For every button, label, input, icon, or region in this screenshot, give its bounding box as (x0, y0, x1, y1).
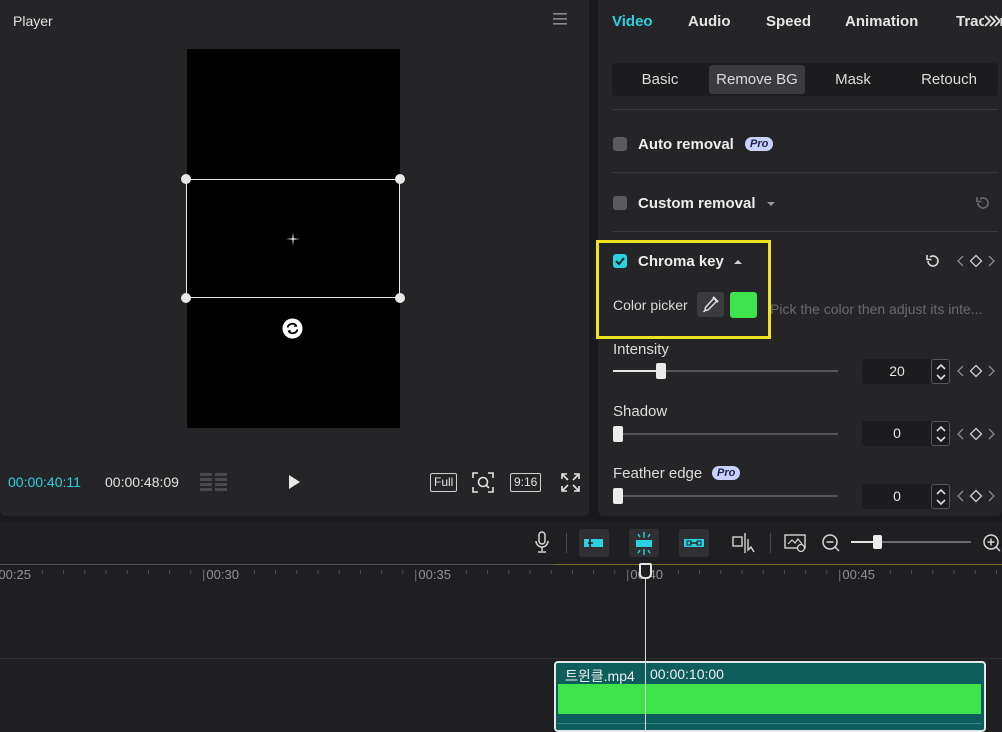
subtab-retouch[interactable]: Retouch (901, 65, 997, 94)
zoom-slider[interactable] (851, 535, 971, 549)
clip-waveform (558, 723, 981, 724)
player-panel: Player 00:00:40:11 00:00:48:09 Full 9:16 (0, 0, 589, 516)
play-icon[interactable] (285, 473, 303, 491)
chroma-key-highlight (596, 240, 771, 339)
stepper-arrows-icon (936, 363, 946, 381)
intensity-label: Intensity (613, 341, 669, 358)
caret-down-icon[interactable] (766, 199, 776, 209)
intensity-slider-fill (613, 370, 658, 372)
link-icon (684, 539, 704, 547)
feather-edge-slider-thumb[interactable] (613, 488, 623, 504)
intensity-slider[interactable] (613, 363, 838, 379)
timecode-list-icon[interactable] (200, 472, 228, 492)
stepper-arrows-icon (936, 488, 946, 506)
auto-snap-button[interactable] (629, 529, 659, 557)
intensity-input[interactable]: 20 (862, 359, 932, 384)
ruler-tick-label: 00:30 (202, 567, 239, 582)
menu-icon[interactable] (552, 11, 568, 27)
subtab-mask[interactable]: Mask (805, 65, 901, 94)
resize-handle-top-right[interactable] (395, 174, 405, 184)
clip-duration: 00:00:10:00 (650, 666, 724, 682)
toolbar-divider (770, 533, 771, 553)
clip-thumbnail-strip (558, 684, 981, 714)
snap-icon (636, 532, 652, 555)
timeline-panel: 00:25 00:30 00:35 00:40 00:45 트윈클.mp4 00… (0, 522, 1002, 732)
shadow-label: Shadow (613, 403, 668, 420)
clip-filename: 트윈클.mp4 (565, 668, 635, 684)
zoom-out-icon[interactable] (821, 533, 841, 553)
preview-axis-icon[interactable] (731, 531, 757, 555)
pro-badge: Pro (712, 466, 741, 480)
keyframe-icon[interactable] (957, 364, 997, 378)
intensity-slider-thumb[interactable] (656, 363, 666, 379)
fit-view-icon[interactable] (472, 472, 494, 493)
thumbnail-view-icon[interactable] (784, 532, 808, 554)
tab-video[interactable]: Video (612, 13, 653, 30)
ruler-tick-label: 00:35 (414, 567, 451, 582)
auto-removal-checkbox[interactable] (613, 137, 627, 151)
feather-edge-label: Feather edge (613, 465, 703, 482)
playhead-handle[interactable] (639, 563, 652, 579)
microphone-icon[interactable] (534, 531, 550, 555)
track-divider (0, 658, 1002, 659)
divider (612, 109, 998, 110)
aspect-ratio-button[interactable]: 9:16 (510, 473, 542, 492)
current-time: 00:00:40:11 (8, 474, 81, 490)
keyframe-icon[interactable] (957, 254, 997, 268)
divider (612, 231, 998, 232)
keyframe-icon[interactable] (957, 489, 997, 503)
resize-handle-top-left[interactable] (181, 174, 191, 184)
zoom-in-icon[interactable] (982, 533, 1002, 553)
subtab-remove-bg[interactable]: Remove BG (709, 65, 805, 94)
shadow-slider[interactable] (613, 426, 838, 442)
feather-edge-stepper[interactable] (931, 484, 950, 509)
shadow-input[interactable]: 0 (862, 421, 932, 446)
magnet-track-icon (584, 539, 603, 547)
tab-speed[interactable]: Speed (766, 13, 811, 30)
full-quality-button[interactable]: Full (430, 473, 458, 492)
reset-icon[interactable] (924, 252, 942, 270)
resize-handle-bottom-right[interactable] (395, 293, 405, 303)
player-title: Player (13, 13, 53, 29)
toolbar-divider (566, 533, 567, 553)
intensity-stepper[interactable] (931, 359, 950, 384)
linkage-button[interactable] (679, 529, 709, 557)
resize-handle-bottom-left[interactable] (181, 293, 191, 303)
tab-audio[interactable]: Audio (688, 13, 731, 30)
main-track-magnet-button[interactable] (579, 529, 609, 557)
rotate-icon[interactable] (282, 318, 303, 339)
video-clip[interactable]: 트윈클.mp4 00:00:10:00 (554, 661, 986, 732)
pro-badge: Pro (745, 137, 774, 151)
shadow-slider-thumb[interactable] (613, 426, 623, 442)
sparkle-icon (286, 232, 300, 246)
feather-edge-slider[interactable] (613, 488, 838, 504)
playhead-line[interactable] (645, 568, 646, 732)
subtab-basic[interactable]: Basic (612, 65, 708, 94)
tab-animation[interactable]: Animation (845, 13, 918, 30)
color-picker-hint: Pick the color then adjust its inte... (770, 301, 983, 317)
ruler-tick-label: 00:45 (838, 567, 875, 582)
zoom-slider-thumb[interactable] (873, 535, 882, 549)
subtab-bar: Basic Remove BG Mask Retouch (612, 63, 998, 96)
feather-edge-input[interactable]: 0 (862, 484, 932, 509)
reset-icon[interactable] (974, 194, 992, 212)
fullscreen-icon[interactable] (561, 473, 580, 492)
custom-removal-checkbox[interactable] (613, 196, 627, 210)
custom-removal-label: Custom removal (638, 195, 756, 212)
shadow-stepper[interactable] (931, 421, 950, 446)
total-time: 00:00:48:09 (105, 474, 179, 490)
keyframe-icon[interactable] (957, 427, 997, 441)
divider (612, 172, 998, 173)
stepper-arrows-icon (936, 425, 946, 443)
more-tabs-icon[interactable] (984, 12, 1000, 30)
auto-removal-label: Auto removal (638, 136, 734, 153)
ruler-tick-label: 00:25 (0, 567, 31, 582)
